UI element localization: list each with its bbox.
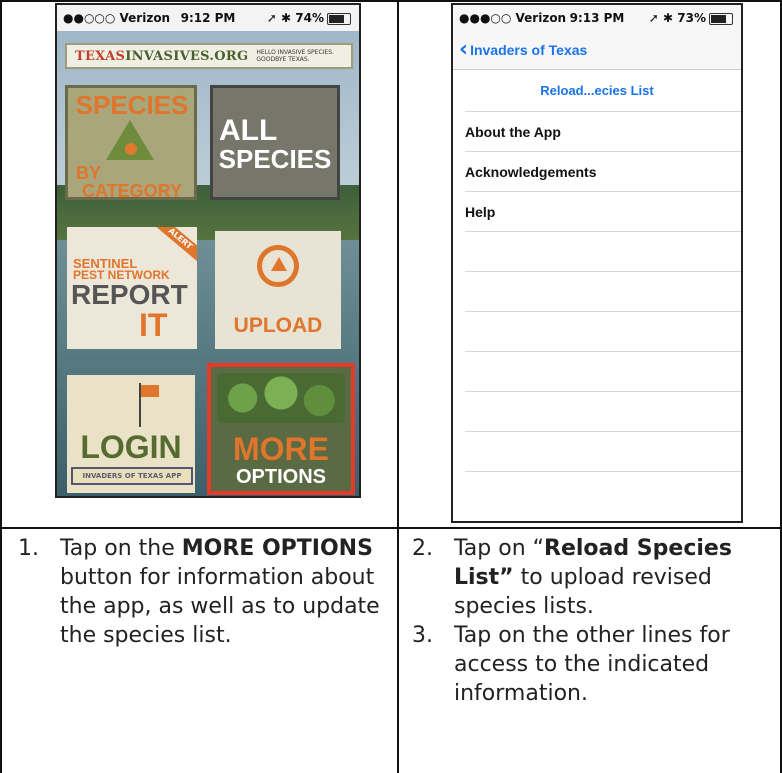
table-border-row xyxy=(0,527,782,529)
texasinvasives-banner[interactable]: TEXASINVASIVES.ORG HELLO INVASIVE SPECIE… xyxy=(65,43,353,69)
more-options-button[interactable]: MORE OPTIONS xyxy=(207,363,355,495)
caption-right: 2. Tap on “Reload Species List” to upload… xyxy=(410,534,774,708)
table-border-left xyxy=(0,0,2,773)
tile-report-it: IT xyxy=(139,307,168,343)
table-border-top xyxy=(0,0,782,2)
empty-row xyxy=(465,311,741,351)
menu-item-about[interactable]: About the App xyxy=(465,111,741,151)
tile-more-line2: OPTIONS xyxy=(235,466,326,488)
empty-row xyxy=(465,391,741,431)
tile-all-line2: SPECIES xyxy=(218,144,332,174)
more-options-phone: ●●●○○ Verizon 9:13 PM ➚ ✱ 73% ‹ Invaders… xyxy=(451,3,743,523)
step-2: 2. Tap on “Reload Species List” to upload… xyxy=(412,536,732,619)
caption-left: 1. Tap on the MORE OPTIONS button for inf… xyxy=(16,534,386,650)
tile-report-report: REPORT xyxy=(71,279,188,310)
status-bar: ●●○○○ Verizon 9:12 PM ➚ ✱ 74% xyxy=(57,5,359,31)
battery-indicator: ➚ ✱ 73% xyxy=(649,11,733,25)
tile-more-line1: MORE xyxy=(233,431,329,467)
leaves-image xyxy=(217,373,345,423)
back-button[interactable]: Invaders of Texas xyxy=(470,42,587,58)
battery-indicator: ➚ ✱ 74% xyxy=(267,11,351,25)
all-species-button[interactable]: ALL SPECIES xyxy=(210,85,340,200)
step-1-emphasis: MORE OPTIONS xyxy=(181,536,373,561)
chevron-left-icon[interactable]: ‹ xyxy=(459,39,468,61)
step-1: 1. Tap on the MORE OPTIONS button for inf… xyxy=(18,536,380,648)
step-3: 3. Tap on the other lines for access to t… xyxy=(412,623,730,706)
tile-login-label: LOGIN xyxy=(80,429,182,465)
empty-row xyxy=(465,351,741,391)
empty-row xyxy=(465,231,741,271)
empty-row xyxy=(465,271,741,311)
home-screen-phone: ●●○○○ Verizon 9:12 PM ➚ ✱ 74% TEXASINVAS… xyxy=(55,3,361,498)
species-by-category-button[interactable]: SPECIES BY CATEGORY xyxy=(65,85,197,200)
battery-icon xyxy=(327,12,351,25)
table-border-middle xyxy=(397,0,399,773)
texasinvasives-logo: TEXASINVASIVES.ORG xyxy=(75,48,249,64)
reload-species-list-button[interactable]: Reload...ecies List xyxy=(453,77,741,105)
tile-species-category: CATEGORY xyxy=(81,181,182,200)
options-list: About the App Acknowledgements Help xyxy=(453,111,741,521)
empty-row xyxy=(465,471,741,511)
battery-icon xyxy=(709,12,733,25)
battery-percent: 73% xyxy=(677,11,706,25)
login-button[interactable]: LOGIN INVADERS OF TEXAS APP xyxy=(67,375,195,493)
upload-arrow-icon xyxy=(271,257,287,271)
menu-item-help[interactable]: Help xyxy=(465,191,741,231)
tile-upload-label: UPLOAD xyxy=(233,314,323,337)
battery-percent: 74% xyxy=(295,11,324,25)
tile-species-by: BY xyxy=(76,163,102,183)
map-marker-icon xyxy=(125,143,137,155)
flag-icon xyxy=(141,385,159,397)
empty-row xyxy=(465,431,741,471)
navigation-bar: ‹ Invaders of Texas xyxy=(453,31,741,70)
report-it-button[interactable]: ALERT SENTINEL PEST NETWORK REPORT IT xyxy=(67,227,197,349)
menu-item-acknowledgements[interactable]: Acknowledgements xyxy=(465,151,741,191)
tile-species-title: SPECIES xyxy=(75,90,189,120)
upload-button[interactable]: UPLOAD xyxy=(215,231,341,349)
tile-all-line1: ALL xyxy=(219,114,278,147)
login-app-strip: INVADERS OF TEXAS APP xyxy=(71,467,193,485)
alert-ribbon: ALERT xyxy=(149,227,197,267)
banner-tagline: HELLO INVASIVE SPECIES. GOODBYE TEXAS. xyxy=(256,49,334,63)
status-bar: ●●●○○ Verizon 9:13 PM ➚ ✱ 73% xyxy=(453,5,741,31)
